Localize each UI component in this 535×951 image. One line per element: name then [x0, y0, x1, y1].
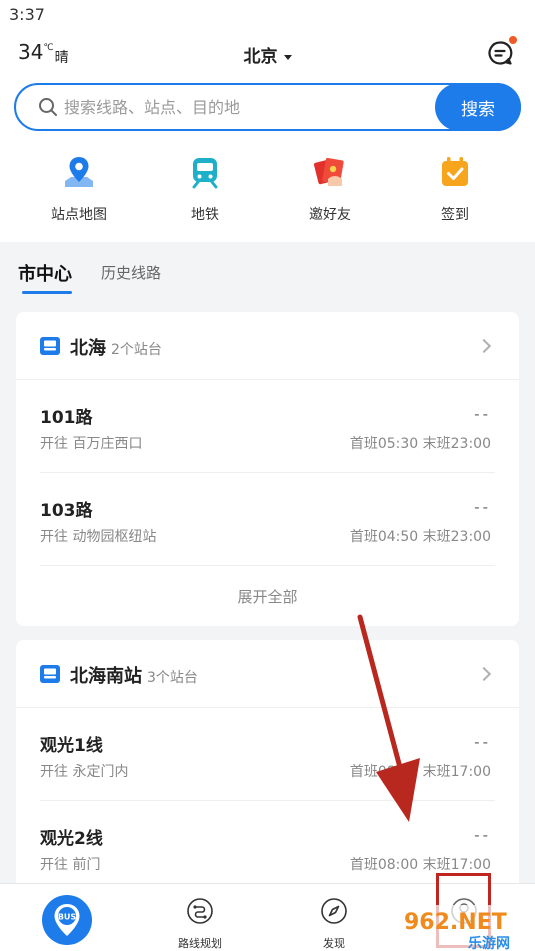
station-header[interactable]: 北海 2个站台 — [16, 312, 519, 380]
platform-count: 3个站台 — [147, 670, 198, 686]
tab-active-indicator — [22, 291, 72, 294]
route-destination: 开往 百万庄西口 — [40, 436, 143, 452]
watermark-subtext: 乐游网 — [468, 935, 510, 951]
quick-invite[interactable]: 邀好友 — [275, 155, 385, 224]
station-name: 北海 — [70, 338, 106, 359]
nav-label: 发现 — [323, 937, 345, 950]
station-header[interactable]: 北海南站 3个站台 — [16, 640, 519, 708]
route-eta: -- — [474, 733, 491, 751]
route-schedule: 首班08:00 末班17:00 — [349, 857, 491, 873]
map-pin-icon — [65, 157, 93, 187]
quick-label: 签到 — [441, 207, 469, 223]
calendar-check-icon — [442, 157, 468, 186]
quick-subway[interactable]: 地铁 — [150, 155, 260, 224]
city-name: 北京 — [243, 47, 278, 67]
tab-bar: 市中心 历史线路 — [0, 242, 535, 302]
station-title: 北海 2个站台 — [70, 334, 162, 360]
bus-home-icon: BUS — [54, 904, 80, 936]
divider — [40, 565, 495, 566]
route-name: 101路 — [40, 408, 93, 428]
platform-count: 2个站台 — [111, 342, 162, 358]
route-destination: 开往 永定门内 — [40, 764, 129, 780]
tab-city-center[interactable]: 市中心 — [18, 260, 72, 286]
route-destination: 开往 前门 — [40, 857, 101, 873]
nav-label: 路线规划 — [178, 937, 222, 950]
bus-badge-text: BUS — [58, 913, 77, 922]
status-time: 3:37 — [9, 5, 45, 24]
divider — [40, 800, 495, 801]
notification-dot — [509, 36, 517, 44]
caret-down-icon — [283, 54, 292, 60]
quick-label: 站点地图 — [51, 207, 107, 223]
red-envelope-icon — [314, 157, 344, 186]
route-name: 观光1线 — [40, 736, 103, 756]
search-icon — [39, 98, 57, 116]
quick-label: 邀好友 — [309, 207, 351, 223]
expand-all-button[interactable]: 展开全部 — [16, 586, 519, 607]
quick-station-map[interactable]: 站点地图 — [24, 155, 134, 224]
station-card: 北海南站 3个站台 观光1线 开往 永定门内 -- 首班08:00 末班17:00… — [16, 640, 519, 900]
subway-icon — [192, 158, 218, 189]
city-selector[interactable]: 北京 — [0, 42, 535, 67]
top-panel: 3:37 34 ℃ 晴 北京 搜索 站点地图 — [0, 0, 535, 242]
route-row[interactable]: 观光1线 开往 永定门内 -- 首班08:00 末班17:00 — [16, 710, 519, 803]
station-card: 北海 2个站台 101路 开往 百万庄西口 -- 首班05:30 末班23:00 … — [16, 312, 519, 626]
watermark-text: 962.NET — [404, 910, 507, 935]
route-name: 103路 — [40, 501, 93, 521]
route-schedule: 首班04:50 末班23:00 — [349, 529, 491, 545]
nav-discover[interactable]: 发现 — [279, 884, 389, 951]
route-schedule: 首班05:30 末班23:00 — [349, 436, 491, 452]
chevron-right-icon — [476, 666, 492, 682]
compass-icon — [321, 898, 347, 924]
route-eta: -- — [474, 405, 491, 423]
nav-bus-home[interactable]: BUS — [42, 895, 92, 945]
search-input[interactable] — [64, 93, 424, 121]
route-name: 观光2线 — [40, 829, 103, 849]
route-destination: 开往 动物园枢纽站 — [40, 529, 157, 545]
chevron-right-icon — [476, 338, 492, 354]
station-title: 北海南站 3个站台 — [70, 662, 198, 688]
station-name: 北海南站 — [70, 666, 142, 687]
quick-label: 地铁 — [191, 207, 219, 223]
route-eta: -- — [474, 826, 491, 844]
quick-checkin[interactable]: 签到 — [400, 155, 510, 224]
route-row[interactable]: 103路 开往 动物园枢纽站 -- 首班04:50 末班23:00 — [16, 475, 519, 568]
route-eta: -- — [474, 498, 491, 516]
route-schedule: 首班08:00 末班17:00 — [349, 764, 491, 780]
message-icon[interactable] — [487, 40, 513, 66]
watermark-logo: 962.NET 乐游网 — [400, 905, 535, 951]
tab-history[interactable]: 历史线路 — [101, 262, 161, 283]
bus-stop-icon — [40, 337, 60, 355]
search-button[interactable]: 搜索 — [435, 83, 521, 131]
route-row[interactable]: 101路 开往 百万庄西口 -- 首班05:30 末班23:00 — [16, 382, 519, 475]
divider — [40, 472, 495, 473]
bus-stop-icon — [40, 665, 60, 683]
nav-route-planning[interactable]: 路线规划 — [145, 884, 255, 951]
search-bar: 搜索 — [14, 83, 521, 131]
route-icon — [187, 898, 213, 924]
